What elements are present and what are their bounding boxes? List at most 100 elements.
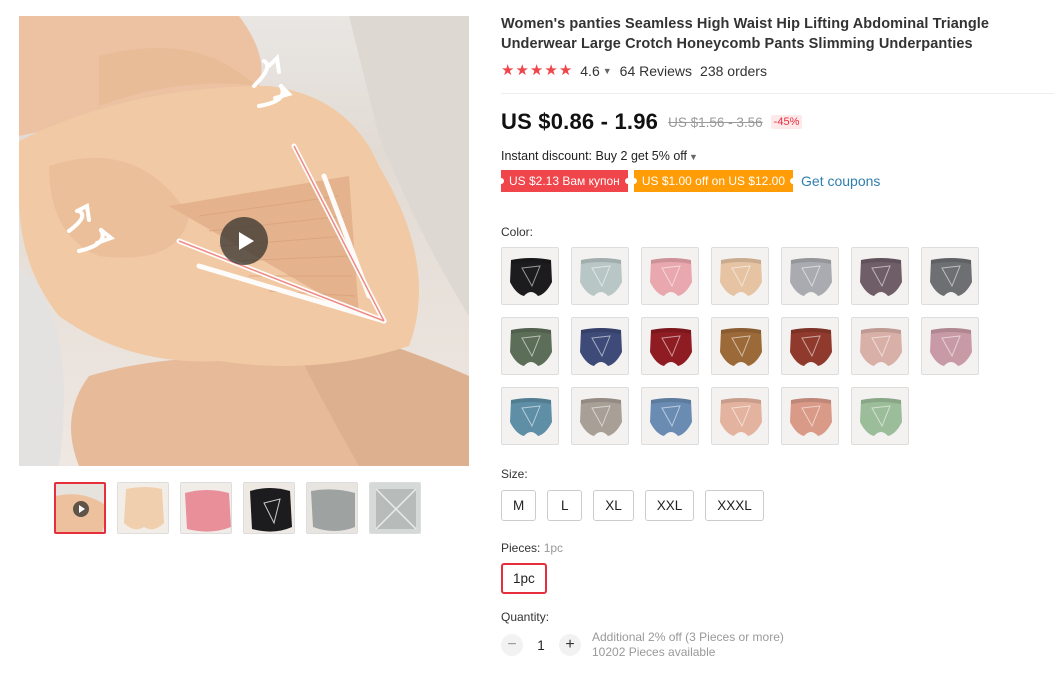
- bulk-discount-note: Additional 2% off (3 Pieces or more): [592, 630, 784, 644]
- get-coupons-link[interactable]: Get coupons: [801, 173, 880, 189]
- quantity-notes: Additional 2% off (3 Pieces or more) 102…: [592, 630, 784, 660]
- size-option-xl[interactable]: XL: [593, 490, 634, 521]
- size-option-m[interactable]: M: [501, 490, 537, 521]
- thumbnail-video[interactable]: [54, 482, 106, 534]
- color-swatch-16[interactable]: [571, 387, 629, 445]
- color-swatch-19[interactable]: [781, 387, 839, 445]
- play-icon: [73, 501, 89, 517]
- color-swatch-7[interactable]: [921, 247, 979, 305]
- swatch-image: [510, 398, 552, 436]
- color-swatch-20[interactable]: [851, 387, 909, 445]
- reviews-link[interactable]: 64 Reviews: [620, 63, 692, 79]
- star-icon: ★: [558, 62, 573, 79]
- star-icon: ★: [501, 62, 515, 79]
- swatch-image: [860, 398, 902, 436]
- size-option-xxl[interactable]: XXL: [644, 490, 695, 521]
- swatch-image: [510, 328, 552, 366]
- thumbnail-image-3[interactable]: [180, 482, 232, 534]
- current-price: US $0.86 - 1.96: [501, 109, 659, 134]
- rating-value[interactable]: 4.6: [580, 63, 599, 79]
- thumbnail-strip: [54, 482, 421, 534]
- color-swatches: [501, 247, 1056, 445]
- color-swatch-10[interactable]: [641, 317, 699, 375]
- thumbnail-image-4[interactable]: [243, 482, 295, 534]
- swatch-image: [580, 398, 622, 436]
- swatch-image: [790, 398, 832, 436]
- quantity-input[interactable]: [523, 636, 559, 654]
- swatch-image: [650, 398, 692, 436]
- size-option-xxxl[interactable]: XXXL: [705, 490, 764, 521]
- color-swatch-3[interactable]: [641, 247, 699, 305]
- swatch-image: [790, 328, 832, 366]
- color-swatch-14[interactable]: [921, 317, 979, 375]
- thumbnail-image-5[interactable]: [306, 482, 358, 534]
- color-swatch-8[interactable]: [501, 317, 559, 375]
- quantity-label: Quantity:: [501, 610, 550, 624]
- size-label: Size:: [501, 467, 528, 481]
- thumbnail-image: [181, 483, 231, 533]
- instant-discount-text: Instant discount: Buy 2 get 5% off: [501, 149, 687, 163]
- swatch-image: [860, 258, 902, 296]
- color-swatch-5[interactable]: [781, 247, 839, 305]
- play-icon: [238, 232, 254, 250]
- product-title: Women's panties Seamless High Waist Hip …: [501, 16, 990, 52]
- color-swatch-12[interactable]: [781, 317, 839, 375]
- swatch-image: [580, 258, 622, 296]
- color-swatch-15[interactable]: [501, 387, 559, 445]
- swatch-image: [930, 328, 972, 366]
- swatch-image: [930, 258, 972, 296]
- swatch-image: [720, 328, 762, 366]
- rating-stars: ★ ★ ★ ★ ★: [501, 63, 572, 79]
- orders-count: 238 orders: [700, 63, 767, 79]
- color-swatch-2[interactable]: [571, 247, 629, 305]
- color-swatch-1[interactable]: [501, 247, 559, 305]
- instant-discount[interactable]: Instant discount: Buy 2 get 5% off ▼: [501, 149, 1056, 163]
- color-swatch-6[interactable]: [851, 247, 909, 305]
- product-gallery: [19, 16, 469, 534]
- swatch-image: [790, 258, 832, 296]
- select-coupon[interactable]: US $1.00 off on US $12.00: [630, 170, 797, 192]
- swatch-image: [510, 258, 552, 296]
- swatch-image: [580, 328, 622, 366]
- chevron-down-icon: ▼: [689, 152, 698, 162]
- thumbnail-image: [118, 483, 168, 533]
- store-coupon[interactable]: US $2.13 Вам купон: [498, 170, 631, 192]
- discount-badge: -45%: [770, 115, 803, 129]
- color-swatch-4[interactable]: [711, 247, 769, 305]
- color-swatch-9[interactable]: [571, 317, 629, 375]
- thumbnail-image: [307, 483, 357, 533]
- pieces-option-1pc[interactable]: 1pc: [501, 563, 547, 594]
- star-icon: ★: [529, 62, 544, 79]
- price-row: US $0.86 - 1.96 US $1.56 - 3.56 -45%: [501, 109, 1056, 135]
- quantity-stepper: − + Additional 2% off (3 Pieces or more)…: [501, 630, 1056, 660]
- pieces-label: Pieces: 1pc: [501, 541, 1056, 555]
- rating-row: ★ ★ ★ ★ ★ 4.6 ▼ 64 Reviews 238 orders: [501, 63, 1056, 80]
- color-swatch-11[interactable]: [711, 317, 769, 375]
- thumbnail-image-2[interactable]: [117, 482, 169, 534]
- chevron-down-icon[interactable]: ▼: [603, 66, 612, 76]
- size-options: M L XL XXL XXXL: [501, 490, 1056, 521]
- swatch-image: [650, 258, 692, 296]
- star-icon: ★: [544, 62, 558, 79]
- product-info: Women's panties Seamless High Waist Hip …: [498, 14, 1056, 660]
- quantity-decrease-button[interactable]: −: [501, 634, 523, 656]
- thumbnail-image: [244, 483, 294, 533]
- quantity-increase-button[interactable]: +: [559, 634, 581, 656]
- main-product-image[interactable]: [19, 16, 469, 466]
- size-option-l[interactable]: L: [547, 490, 583, 521]
- swatch-image: [650, 328, 692, 366]
- pieces-selected: 1pc: [543, 541, 564, 555]
- coupon-row: US $2.13 Вам купон US $1.00 off on US $1…: [498, 170, 1056, 192]
- swatch-image: [860, 328, 902, 366]
- color-label: Color:: [501, 225, 534, 239]
- color-swatch-17[interactable]: [641, 387, 699, 445]
- pieces-label-text: Pieces:: [501, 541, 541, 555]
- thumbnail-image: [370, 483, 420, 533]
- color-swatch-13[interactable]: [851, 317, 909, 375]
- color-swatch-18[interactable]: [711, 387, 769, 445]
- thumbnail-image-6[interactable]: [369, 482, 421, 534]
- play-video-button[interactable]: [220, 217, 268, 265]
- stock-available: 10202 Pieces available: [592, 645, 716, 659]
- star-icon: ★: [515, 62, 529, 79]
- original-price: US $1.56 - 3.56: [668, 114, 763, 130]
